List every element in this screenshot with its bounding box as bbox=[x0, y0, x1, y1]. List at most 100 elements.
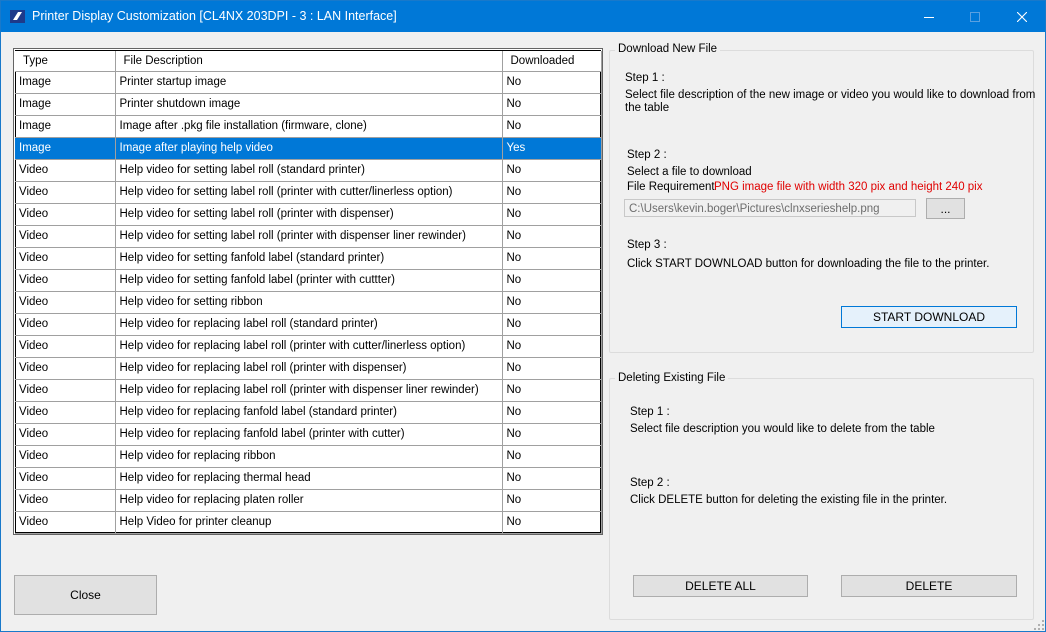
cell-type[interactable]: Video bbox=[15, 335, 116, 358]
cell-downloaded[interactable]: No bbox=[502, 423, 602, 446]
cell-type[interactable]: Video bbox=[15, 379, 116, 402]
cell-downloaded[interactable]: No bbox=[502, 291, 602, 314]
table-row[interactable]: Video Help video for setting fanfold labe… bbox=[15, 269, 602, 292]
cell-downloaded[interactable]: No bbox=[502, 71, 602, 94]
cell-type[interactable]: Video bbox=[15, 291, 116, 314]
cell-type[interactable]: Video bbox=[15, 225, 116, 248]
cell-type[interactable]: Video bbox=[15, 467, 116, 490]
table-row[interactable]: Video Help video for replacing label roll… bbox=[15, 379, 602, 402]
table-row[interactable]: Video Help video for replacing fanfold la… bbox=[15, 401, 602, 424]
column-header-type[interactable]: Type bbox=[15, 51, 116, 72]
cell-description[interactable]: Help video for replacing ribbon bbox=[115, 445, 503, 468]
cell-downloaded[interactable]: No bbox=[502, 115, 602, 138]
cell-downloaded[interactable]: No bbox=[502, 159, 602, 182]
cell-description[interactable]: Help video for setting label roll (print… bbox=[115, 225, 503, 248]
browse-button[interactable]: ... bbox=[926, 198, 965, 219]
cell-downloaded[interactable]: No bbox=[502, 357, 602, 380]
close-button[interactable]: Close bbox=[14, 575, 157, 615]
table-row[interactable]: Video Help video for setting ribbon No bbox=[15, 291, 602, 314]
table-row-selected[interactable]: Image Image after playing help video Yes bbox=[15, 137, 602, 160]
cell-type[interactable]: Video bbox=[15, 159, 116, 182]
cell-description[interactable]: Help video for replacing label roll (sta… bbox=[115, 313, 503, 336]
table-row[interactable]: Image Printer startup image No bbox=[15, 71, 602, 94]
cell-description[interactable]: Help Video for printer cleanup bbox=[115, 511, 503, 534]
table-row[interactable]: Video Help Video for printer cleanup No bbox=[15, 511, 602, 534]
table-row[interactable]: Video Help video for replacing ribbon No bbox=[15, 445, 602, 468]
cell-description[interactable]: Help video for replacing label roll (pri… bbox=[115, 379, 503, 402]
delete-step1-text: Select file description you would like t… bbox=[630, 423, 935, 435]
table-row[interactable]: Video Help video for setting label roll (… bbox=[15, 159, 602, 182]
resize-grip-icon[interactable] bbox=[1034, 620, 1044, 630]
cell-downloaded[interactable]: No bbox=[502, 93, 602, 116]
table-row[interactable]: Video Help video for replacing label roll… bbox=[15, 313, 602, 336]
column-header-description[interactable]: File Description bbox=[115, 51, 503, 72]
close-window-button[interactable] bbox=[999, 1, 1045, 32]
table-row[interactable]: Video Help video for replacing platen rol… bbox=[15, 489, 602, 512]
cell-description[interactable]: Printer shutdown image bbox=[115, 93, 503, 116]
file-table[interactable]: Type File Description Downloaded Image Pr… bbox=[13, 48, 603, 535]
cell-description[interactable]: Help video for replacing label roll (pri… bbox=[115, 335, 503, 358]
cell-type[interactable]: Video bbox=[15, 423, 116, 446]
cell-type[interactable]: Video bbox=[15, 203, 116, 226]
table-row[interactable]: Video Help video for replacing label roll… bbox=[15, 357, 602, 380]
start-download-button[interactable]: START DOWNLOAD bbox=[841, 306, 1017, 328]
cell-description[interactable]: Help video for setting label roll (stand… bbox=[115, 159, 503, 182]
table-row[interactable]: Video Help video for setting label roll (… bbox=[15, 203, 602, 226]
cell-downloaded[interactable]: No bbox=[502, 247, 602, 270]
file-path-field[interactable]: C:\Users\kevin.boger\Pictures\clnxseries… bbox=[624, 199, 916, 217]
cell-description[interactable]: Printer startup image bbox=[115, 71, 503, 94]
cell-type[interactable]: Image bbox=[15, 115, 116, 138]
table-row[interactable]: Video Help video for setting fanfold labe… bbox=[15, 247, 602, 270]
delete-button[interactable]: DELETE bbox=[841, 575, 1017, 597]
table-row[interactable]: Video Help video for setting label roll (… bbox=[15, 181, 602, 204]
cell-description[interactable]: Help video for replacing thermal head bbox=[115, 467, 503, 490]
cell-downloaded[interactable]: No bbox=[502, 489, 602, 512]
title-bar[interactable]: Printer Display Customization [CL4NX 203… bbox=[1, 1, 1045, 32]
table-row[interactable]: Video Help video for replacing fanfold la… bbox=[15, 423, 602, 446]
cell-description[interactable]: Help video for replacing platen roller bbox=[115, 489, 503, 512]
cell-description[interactable]: Help video for setting label roll (print… bbox=[115, 181, 503, 204]
cell-type[interactable]: Video bbox=[15, 357, 116, 380]
cell-downloaded[interactable]: No bbox=[502, 269, 602, 292]
cell-downloaded[interactable]: No bbox=[502, 181, 602, 204]
cell-type[interactable]: Video bbox=[15, 269, 116, 292]
cell-type[interactable]: Video bbox=[15, 313, 116, 336]
maximize-button[interactable] bbox=[952, 1, 998, 32]
cell-downloaded[interactable]: No bbox=[502, 225, 602, 248]
table-row[interactable]: Video Help video for replacing label roll… bbox=[15, 335, 602, 358]
cell-downloaded[interactable]: No bbox=[502, 511, 602, 534]
cell-description[interactable]: Help video for setting label roll (print… bbox=[115, 203, 503, 226]
cell-downloaded[interactable]: No bbox=[502, 445, 602, 468]
cell-type[interactable]: Video bbox=[15, 511, 116, 534]
cell-downloaded[interactable]: No bbox=[502, 203, 602, 226]
cell-downloaded[interactable]: No bbox=[502, 313, 602, 336]
table-row[interactable]: Video Help video for replacing thermal he… bbox=[15, 467, 602, 490]
column-header-downloaded[interactable]: Downloaded bbox=[502, 51, 602, 72]
delete-all-button[interactable]: DELETE ALL bbox=[633, 575, 808, 597]
cell-downloaded[interactable]: No bbox=[502, 401, 602, 424]
cell-type[interactable]: Video bbox=[15, 181, 116, 204]
cell-type[interactable]: Image bbox=[15, 137, 116, 160]
cell-downloaded[interactable]: No bbox=[502, 335, 602, 358]
cell-description[interactable]: Image after .pkg file installation (firm… bbox=[115, 115, 503, 138]
cell-type[interactable]: Image bbox=[15, 71, 116, 94]
cell-description[interactable]: Help video for replacing fanfold label (… bbox=[115, 401, 503, 424]
cell-type[interactable]: Video bbox=[15, 445, 116, 468]
table-row[interactable]: Image Printer shutdown image No bbox=[15, 93, 602, 116]
table-row[interactable]: Video Help video for setting label roll (… bbox=[15, 225, 602, 248]
cell-description[interactable]: Image after playing help video bbox=[115, 137, 503, 160]
cell-type[interactable]: Video bbox=[15, 489, 116, 512]
cell-downloaded[interactable]: Yes bbox=[502, 137, 602, 160]
table-row[interactable]: Image Image after .pkg file installation … bbox=[15, 115, 602, 138]
cell-description[interactable]: Help video for setting fanfold label (st… bbox=[115, 247, 503, 270]
cell-description[interactable]: Help video for replacing label roll (pri… bbox=[115, 357, 503, 380]
cell-description[interactable]: Help video for setting ribbon bbox=[115, 291, 503, 314]
cell-type[interactable]: Video bbox=[15, 401, 116, 424]
cell-description[interactable]: Help video for replacing fanfold label (… bbox=[115, 423, 503, 446]
cell-description[interactable]: Help video for setting fanfold label (pr… bbox=[115, 269, 503, 292]
cell-type[interactable]: Image bbox=[15, 93, 116, 116]
cell-type[interactable]: Video bbox=[15, 247, 116, 270]
minimize-button[interactable] bbox=[906, 1, 952, 32]
cell-downloaded[interactable]: No bbox=[502, 379, 602, 402]
cell-downloaded[interactable]: No bbox=[502, 467, 602, 490]
